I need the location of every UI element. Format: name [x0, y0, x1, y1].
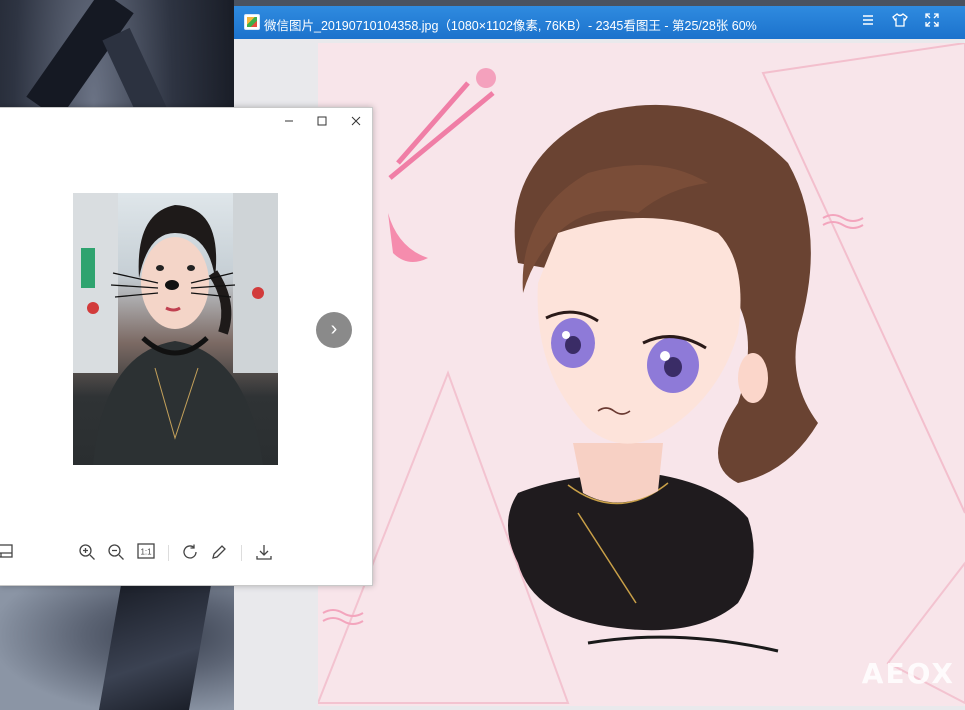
fullscreen-icon[interactable] — [922, 13, 942, 31]
menu-icon[interactable] — [858, 13, 878, 31]
zoom-out-icon[interactable] — [106, 543, 126, 563]
maximize-icon[interactable] — [310, 112, 334, 132]
decor-dot — [476, 68, 496, 88]
toolbar-separator — [241, 545, 242, 561]
lantern — [87, 302, 99, 314]
building — [233, 193, 278, 373]
selfie-photo — [73, 193, 278, 465]
neck — [573, 443, 663, 503]
toolbar-separator — [168, 545, 169, 561]
watermark-logo: AEOX — [861, 657, 955, 690]
minimize-icon[interactable] — [277, 112, 301, 132]
rotate-icon[interactable] — [180, 543, 200, 563]
building — [73, 193, 118, 373]
shop-sign — [81, 248, 95, 288]
zoom-in-icon[interactable] — [77, 543, 97, 563]
close-icon[interactable] — [344, 112, 368, 132]
shadow-stroke — [587, 635, 779, 653]
eye — [156, 265, 164, 271]
decor-wave — [322, 609, 364, 625]
eye-highlight — [562, 331, 570, 339]
lantern — [252, 287, 264, 299]
sticker-nose — [165, 280, 179, 290]
eye — [187, 265, 195, 271]
edit-icon[interactable] — [209, 543, 229, 563]
download-icon[interactable] — [254, 543, 274, 563]
decor-stroke — [388, 81, 495, 180]
braid — [208, 270, 232, 335]
actual-size-icon[interactable]: 1:1 — [136, 543, 156, 563]
photo-viewer-window: › 1:1 — [0, 107, 373, 586]
app-logo-icon — [244, 14, 260, 30]
ear — [738, 353, 768, 403]
eye-highlight — [660, 351, 670, 361]
shirt-icon[interactable] — [890, 13, 910, 31]
next-image-button[interactable]: › — [316, 312, 352, 348]
actual-size-label: 1:1 — [140, 548, 152, 557]
decor-shape — [388, 213, 428, 262]
viewer-title-bar[interactable]: 微信图片_20190710104358.jpg（1080×1102像素, 76K… — [234, 6, 965, 39]
displayed-artwork: AEOX — [318, 43, 965, 706]
viewer-title: 微信图片_20190710104358.jpg（1080×1102像素, 76K… — [264, 19, 757, 33]
layout-icon[interactable] — [0, 543, 14, 563]
